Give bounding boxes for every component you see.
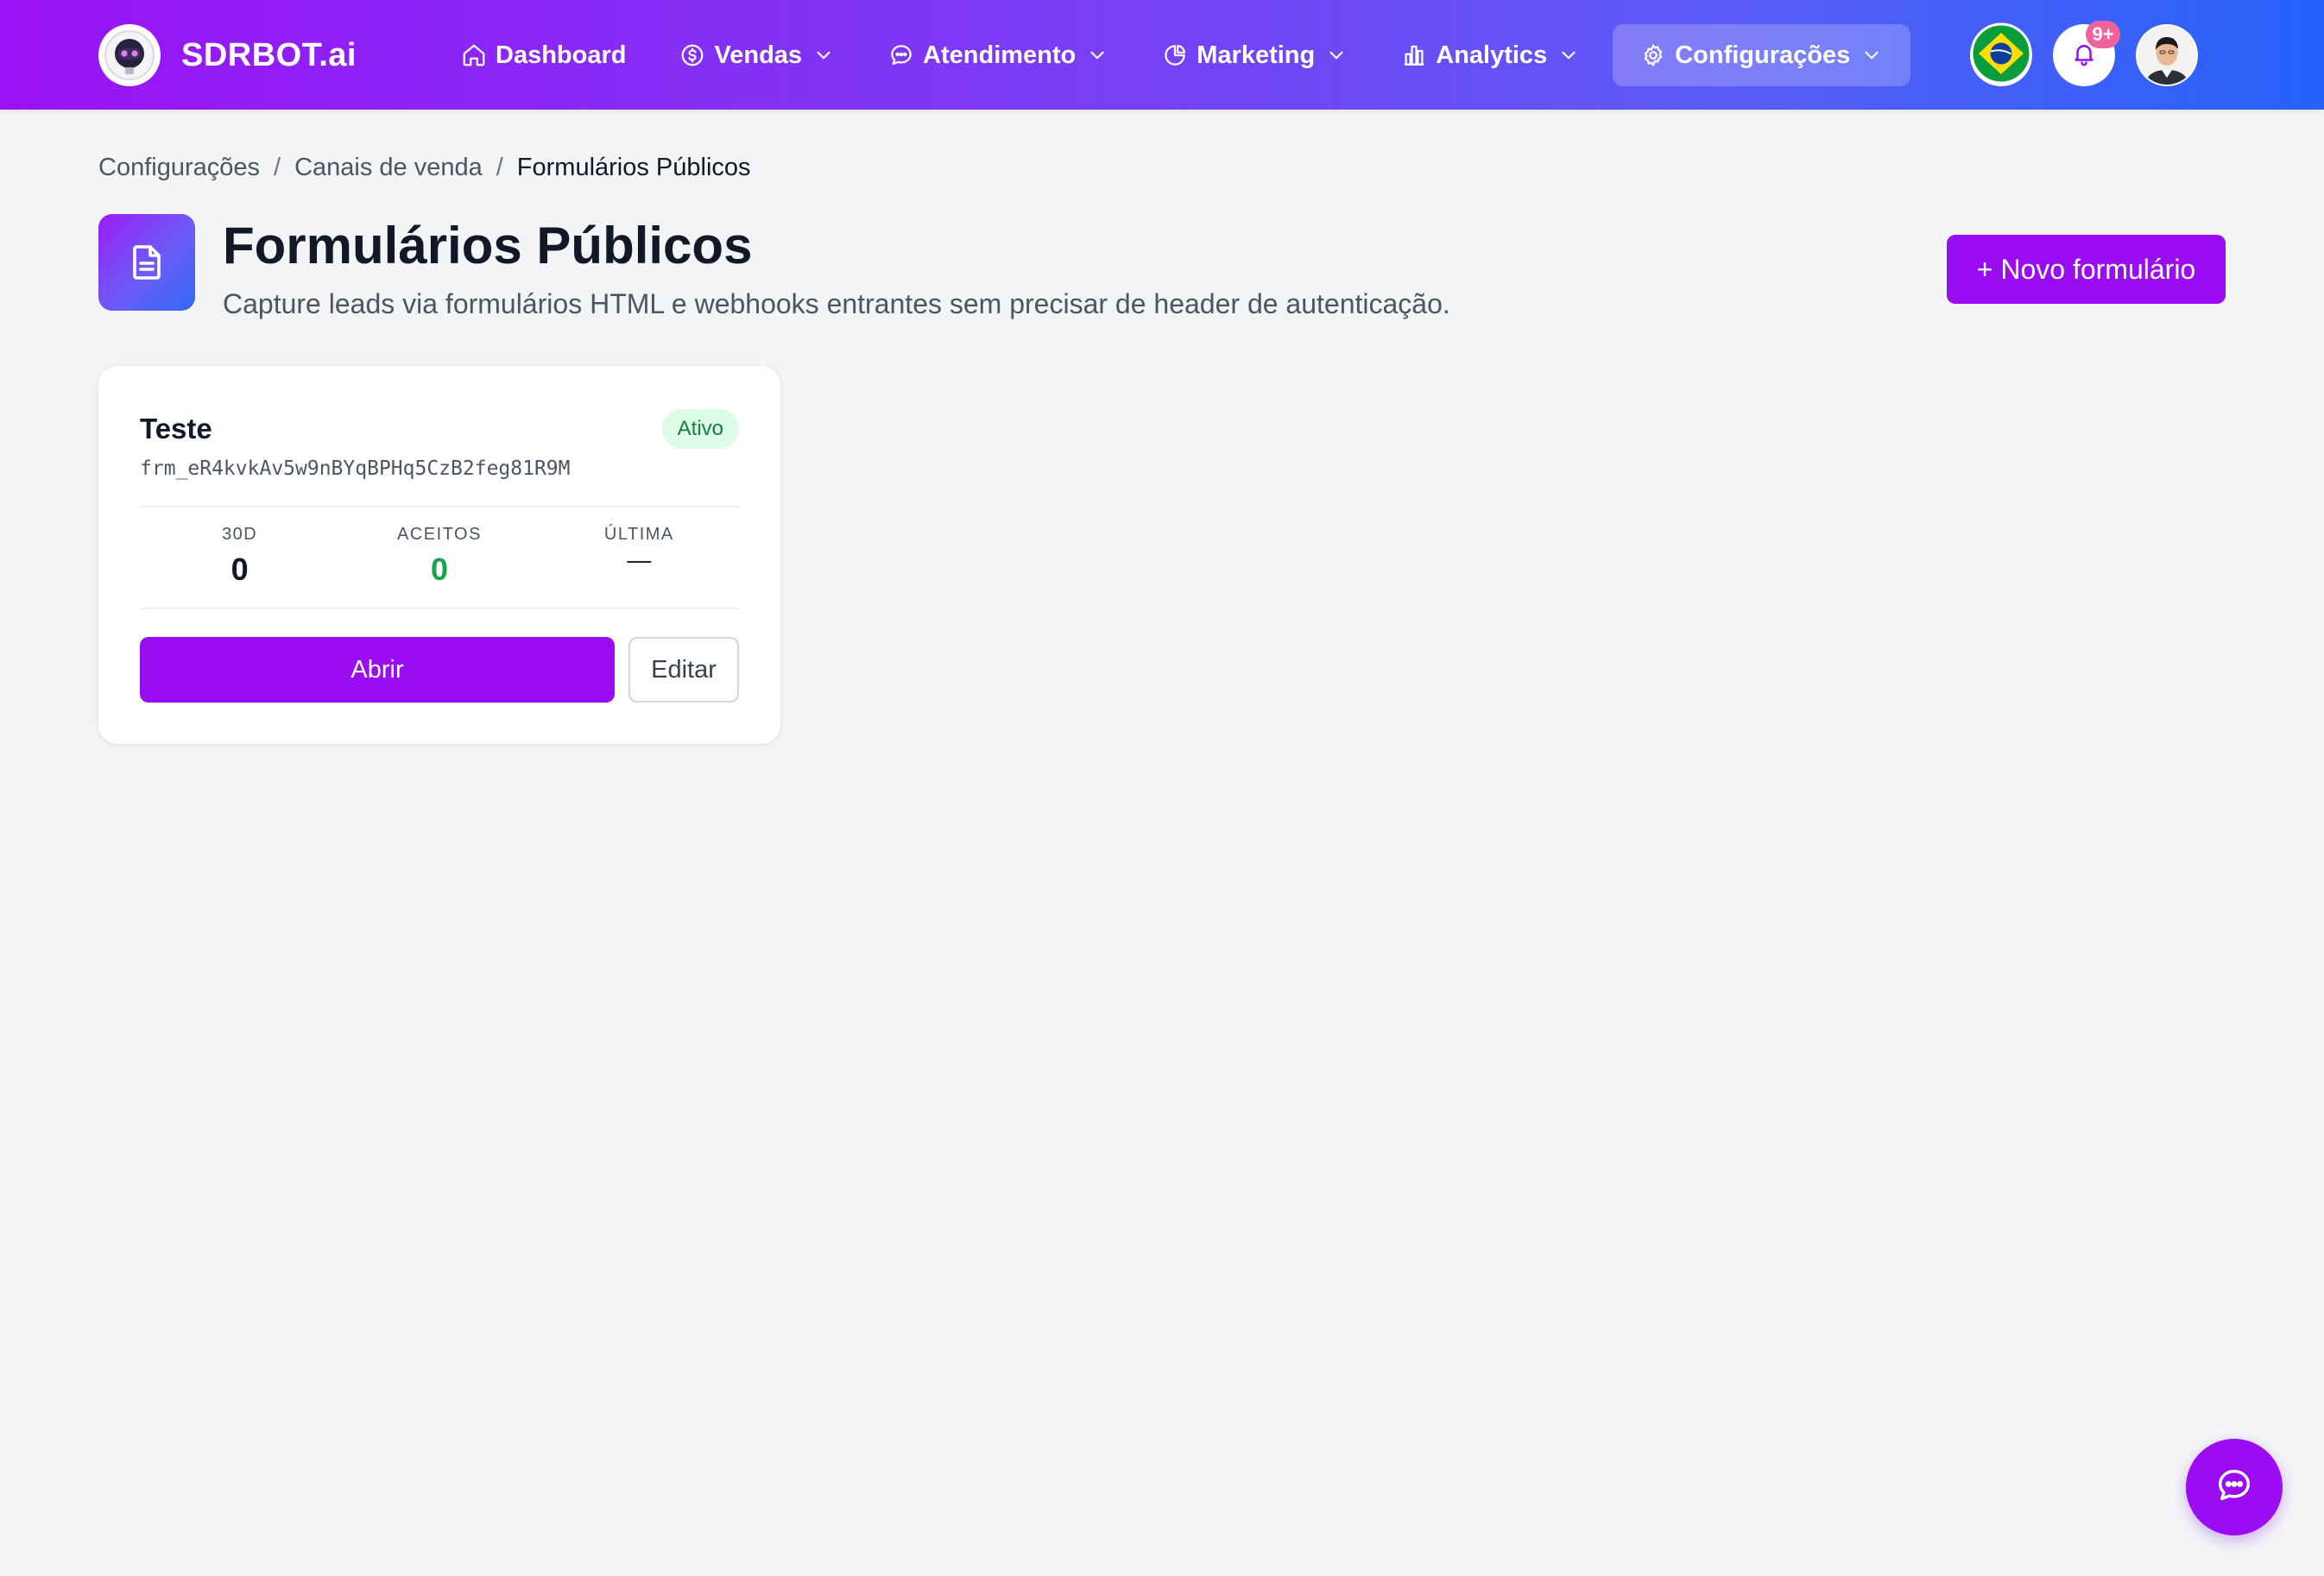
nav-item-label: Analytics — [1436, 41, 1548, 69]
brazil-flag-icon — [1970, 22, 2032, 89]
open-form-button[interactable]: Abrir — [140, 637, 615, 703]
dollar-circle-icon — [679, 42, 705, 68]
pie-chart-icon — [1162, 42, 1188, 68]
nav-item-label: Dashboard — [496, 41, 627, 69]
breadcrumb-separator: / — [274, 154, 281, 181]
stat-30d: 30D 0 — [140, 507, 339, 608]
stat-label: ÚLTIMA — [603, 525, 674, 544]
edit-form-button[interactable]: Editar — [628, 637, 739, 703]
breadcrumb-current: Formulários Públicos — [516, 154, 751, 181]
main-nav: Dashboard Vendas Atendimento Marketing A… — [440, 24, 1923, 86]
robot-logo-icon — [98, 24, 161, 86]
stat-value: 0 — [231, 552, 249, 587]
language-selector[interactable] — [1970, 22, 2032, 89]
notification-count-badge: 9+ — [2086, 21, 2120, 48]
nav-item-label: Configurações — [1675, 41, 1851, 69]
notifications-button[interactable]: 9+ — [2053, 21, 2120, 86]
breadcrumb: Configurações / Canais de venda / Formul… — [98, 154, 751, 182]
page-title: Formulários Públicos — [223, 217, 753, 274]
form-name: Teste — [140, 413, 212, 444]
form-id: frm_eR4kvkAv5w9nBYqBPHq5CzB2feg81R9M — [140, 457, 571, 480]
status-badge: Ativo — [661, 409, 739, 449]
stat-aceitos: ACEITOS 0 — [339, 507, 539, 608]
home-icon — [461, 42, 487, 68]
stat-value: — — [627, 546, 652, 573]
breadcrumb-item-configuracoes[interactable]: Configurações — [98, 154, 260, 182]
form-card: Teste Ativo frm_eR4kvkAv5w9nBYqBPHq5CzB2… — [98, 366, 780, 744]
breadcrumb-separator: / — [496, 154, 503, 181]
chat-button[interactable] — [2186, 1439, 2283, 1535]
chat-bubble-icon — [888, 42, 914, 68]
chat-icon — [2214, 1466, 2254, 1510]
new-form-button[interactable]: + Novo formulário — [1947, 235, 2226, 304]
nav-item-analytics[interactable]: Analytics — [1380, 24, 1601, 86]
nav-item-label: Marketing — [1197, 41, 1316, 69]
brand-name: SDRBOT.ai — [181, 36, 357, 73]
nav-item-marketing[interactable]: Marketing — [1141, 24, 1368, 86]
nav-item-configuracoes[interactable]: Configurações — [1613, 24, 1911, 86]
stat-label: 30D — [222, 525, 258, 544]
chevron-down-icon — [1325, 44, 1348, 66]
gear-icon — [1640, 42, 1666, 68]
chevron-down-icon — [1557, 44, 1580, 66]
nav-item-atendimento[interactable]: Atendimento — [868, 24, 1129, 86]
user-avatar[interactable] — [2136, 24, 2198, 86]
breadcrumb-item-canais-de-venda[interactable]: Canais de venda — [294, 154, 483, 182]
chevron-down-icon — [1086, 44, 1108, 66]
nav-item-label: Vendas — [714, 41, 803, 69]
top-navbar: SDRBOT.ai Dashboard Vendas Atendimento M… — [0, 0, 2324, 110]
nav-item-dashboard[interactable]: Dashboard — [440, 24, 647, 86]
document-icon — [98, 214, 195, 311]
page-subtitle: Capture leads via formulários HTML e web… — [223, 288, 1450, 319]
bar-chart-icon — [1401, 42, 1427, 68]
chevron-down-icon — [1860, 44, 1883, 66]
form-stats: 30D 0 ACEITOS 0 ÚLTIMA — — [140, 506, 739, 609]
header-actions: 9+ — [1949, 21, 2198, 89]
stat-value: 0 — [430, 552, 448, 587]
chevron-down-icon — [812, 44, 835, 66]
nav-item-vendas[interactable]: Vendas — [659, 24, 856, 86]
nav-item-label: Atendimento — [923, 41, 1077, 69]
brand[interactable]: SDRBOT.ai — [98, 24, 357, 86]
stat-ultima: ÚLTIMA — — [540, 507, 739, 608]
stat-label: ACEITOS — [397, 525, 482, 544]
